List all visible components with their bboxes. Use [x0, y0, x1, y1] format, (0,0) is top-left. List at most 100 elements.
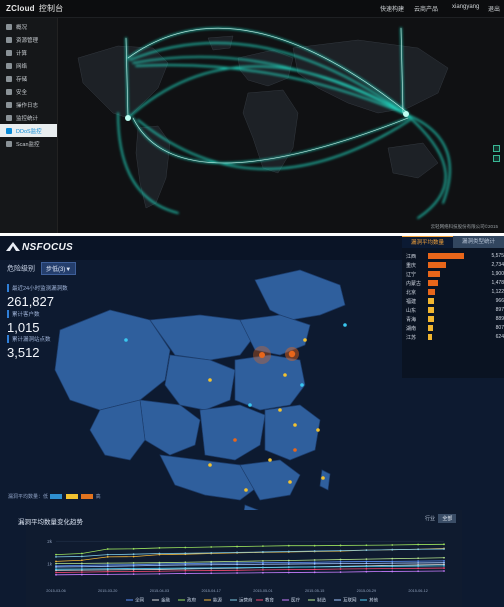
data-point — [132, 562, 135, 564]
data-point — [106, 555, 109, 558]
data-point — [262, 551, 264, 553]
data-point — [210, 551, 213, 554]
legend-label[interactable]: 全网 — [135, 597, 144, 604]
ranking-bar — [428, 262, 446, 268]
data-point — [287, 550, 290, 553]
sidebar-item-label: 概况 — [16, 24, 28, 31]
data-point — [184, 572, 187, 575]
side-tool-button-2[interactable] — [493, 155, 500, 162]
attack-target-point — [403, 111, 409, 117]
nav-link-quick-build[interactable]: 快速构建 — [380, 4, 404, 13]
ranking-value: 1,478 — [491, 280, 504, 286]
legend-label[interactable]: 运营商 — [239, 597, 253, 604]
sidebar-item-resource[interactable]: 资源管理 — [0, 33, 57, 46]
legend-swatch-mid — [65, 494, 78, 500]
legend-label[interactable]: 互联网 — [343, 597, 357, 604]
sidebar-item-storage[interactable]: 存储 — [0, 72, 57, 85]
ranking-value: 807 — [495, 325, 504, 331]
ranking-bar — [428, 289, 436, 295]
legend-label[interactable]: 金融 — [161, 597, 170, 604]
nav-link-username[interactable]: xiangyang — [452, 4, 479, 10]
data-point — [210, 569, 213, 572]
map-point — [283, 373, 287, 377]
data-point — [287, 563, 290, 565]
sidebar-item-log[interactable]: 操作日志 — [0, 98, 57, 111]
legend-label[interactable]: 教育 — [265, 597, 274, 604]
map-point — [124, 338, 128, 342]
tab-avg-vulns[interactable]: 漏洞平均数量 — [402, 236, 453, 248]
data-point — [339, 565, 342, 568]
map-point — [288, 350, 296, 358]
sidebar-item-monitor[interactable]: 监控统计 — [0, 111, 57, 124]
stat-total-customers: 累计客户数 1,015 — [7, 310, 40, 335]
legend-label[interactable]: 医疗 — [291, 597, 300, 604]
ranking-bar — [428, 280, 438, 286]
data-point — [184, 552, 187, 555]
sidebar-item-label: 监控统计 — [16, 115, 39, 122]
sidebar: 概况资源管理 计算 网络 存储 安全 操作日志监控统计 DDoS监控 Scan监控 — [0, 18, 58, 233]
side-tool-button-1[interactable] — [493, 145, 500, 152]
top-navbar: ZCloud 控制台 快速构建 云商产品 xiangyang 退出 — [0, 0, 504, 18]
data-point — [313, 571, 316, 574]
x-tick-label: 2015-04-03 — [150, 589, 169, 593]
data-point — [106, 570, 109, 573]
data-point — [55, 553, 57, 556]
data-point — [417, 548, 420, 551]
data-point — [391, 565, 394, 568]
data-point — [55, 562, 57, 565]
province-ranking-panel: 漏洞平均数量 漏洞类型统计 江西 5,575 重庆 2,734 辽宁 1,900 内蒙古 1,… — [402, 236, 504, 378]
legend-label[interactable]: 能源 — [213, 597, 222, 604]
data-point — [80, 562, 83, 565]
sidebar-item-security[interactable]: 安全 — [0, 85, 57, 98]
ranking-province: 内蒙古 — [406, 281, 422, 287]
nav-link-products[interactable]: 云商产品 — [414, 4, 438, 13]
data-point — [417, 557, 420, 560]
ranking-value: 1,900 — [491, 271, 504, 277]
sidebar-item-label: Scan监控 — [16, 141, 40, 148]
data-point — [80, 573, 83, 576]
ranking-province: 江西 — [406, 254, 417, 260]
industry-select[interactable]: 全部 — [438, 514, 457, 523]
y-tick-label: 1k — [47, 562, 53, 567]
risk-level-select[interactable]: 步低(3)▼ — [40, 262, 77, 275]
legend-label[interactable]: 其他 — [369, 597, 378, 604]
nsfocus-logo: NSFOCUS — [6, 242, 73, 253]
legend-label[interactable]: 制造 — [317, 597, 326, 604]
data-point — [443, 567, 445, 569]
data-point — [391, 562, 394, 565]
data-point — [184, 564, 187, 566]
risk-level-row: 危险级别 步低(3)▼ — [7, 262, 77, 275]
map-point — [259, 352, 265, 358]
ranking-bar — [428, 271, 441, 277]
ranking-province: 青海 — [406, 317, 417, 323]
nav-link-logout[interactable]: 退出 — [488, 4, 500, 13]
sidebar-item-compute[interactable]: 计算 — [0, 46, 57, 59]
data-point — [55, 555, 57, 558]
legend-label[interactable]: 政府 — [187, 597, 196, 604]
data-point — [262, 560, 264, 562]
app-logo[interactable]: ZCloud 控制台 — [6, 3, 63, 14]
data-point — [80, 571, 83, 574]
sidebar-item-ddos[interactable]: DDoS监控 — [0, 124, 57, 137]
data-point — [55, 573, 57, 576]
data-point — [365, 549, 368, 552]
sidebar-item-overview[interactable]: 概况 — [0, 20, 57, 33]
data-point — [262, 571, 264, 574]
ranking-value: 1,122 — [491, 289, 504, 295]
data-point — [158, 573, 161, 575]
network-icon — [6, 62, 12, 69]
ranking-province: 重庆 — [406, 263, 417, 269]
data-point — [365, 567, 368, 570]
data-point — [313, 561, 316, 564]
map-point — [278, 408, 282, 412]
sidebar-item-network[interactable]: 网络 — [0, 59, 57, 72]
sidebar-item-scan[interactable]: Scan监控 — [0, 137, 57, 150]
tab-vuln-types[interactable]: 漏洞类型统计 — [453, 236, 504, 248]
data-point — [106, 567, 109, 570]
ddos-icon — [6, 127, 12, 134]
x-tick-label: 2015-04-17 — [201, 589, 220, 593]
ranking-value: 889 — [495, 316, 504, 322]
legend-swatch-low — [50, 494, 63, 500]
ranking-bar — [428, 316, 434, 322]
data-point — [417, 570, 420, 573]
